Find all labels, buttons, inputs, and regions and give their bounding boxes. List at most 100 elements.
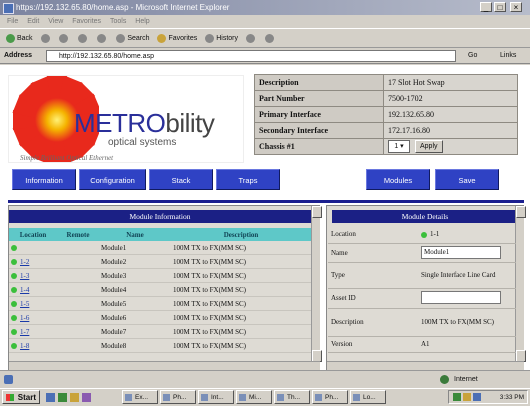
remote-cell xyxy=(57,310,99,325)
table-row[interactable]: 1-7 Module7 100M TX to FX(MM SC) xyxy=(9,324,311,339)
taskbar-item[interactable]: Ex... xyxy=(122,390,158,404)
taskbar-item[interactable]: Th... xyxy=(274,390,310,404)
table-row[interactable]: 1-2 Module2 100M TX to FX(MM SC) xyxy=(9,254,311,269)
system-tray: 3:33 PM xyxy=(448,390,528,404)
table-row[interactable]: 1-8 Module8 100M TX to FX(MM SC) xyxy=(9,338,311,353)
module-info-hscrollbar[interactable] xyxy=(9,361,320,370)
quick-launch-ie-icon[interactable] xyxy=(46,393,55,402)
module-name: Module3 xyxy=(99,268,171,283)
table-row[interactable]: 1-5 Module5 100M TX to FX(MM SC) xyxy=(9,296,311,311)
back-arrow-icon xyxy=(6,33,15,43)
location-link[interactable]: 1-8 xyxy=(20,342,29,350)
menu-favorites[interactable]: Favorites xyxy=(72,18,101,25)
history-button[interactable]: History xyxy=(205,29,238,48)
col-description: Description xyxy=(171,228,311,241)
status-dot-icon xyxy=(11,258,17,265)
table-row[interactable]: Module1 100M TX to FX(MM SC) xyxy=(9,241,311,255)
search-icon xyxy=(116,33,126,43)
taskbar-item[interactable]: Mi... xyxy=(236,390,272,404)
status-dot-icon xyxy=(11,314,17,321)
mail-button[interactable] xyxy=(245,29,257,48)
device-label: Part Number xyxy=(254,90,384,107)
quick-launch-app-icon[interactable] xyxy=(82,393,91,402)
asset-id-input[interactable] xyxy=(421,290,501,304)
forward-button[interactable] xyxy=(40,29,52,48)
module-description: 100M TX to FX(MM SC) xyxy=(171,282,311,297)
stack-button[interactable]: Stack xyxy=(149,169,213,190)
location-link[interactable]: 1-4 xyxy=(20,286,29,294)
status-dot-icon xyxy=(11,342,17,349)
location-link[interactable]: 1-6 xyxy=(20,314,29,322)
module-name: Module2 xyxy=(99,254,171,269)
favorites-button[interactable]: Favorites xyxy=(157,29,197,48)
stop-button[interactable] xyxy=(59,29,70,48)
tray-app-icon[interactable] xyxy=(473,393,481,401)
taskbar-item[interactable]: Int... xyxy=(198,390,234,404)
close-button[interactable]: × xyxy=(510,2,522,12)
quick-launch-outlook-icon[interactable] xyxy=(70,393,79,402)
module-name: Module7 xyxy=(99,324,171,339)
detail-row: Version A1 xyxy=(328,336,516,353)
back-button[interactable]: Back xyxy=(6,29,33,48)
menu-file[interactable]: File xyxy=(7,18,18,25)
minimize-button[interactable]: _ xyxy=(480,2,492,12)
menu-tools[interactable]: Tools xyxy=(110,18,126,25)
go-button[interactable]: Go xyxy=(468,48,477,63)
start-button[interactable]: Start xyxy=(2,390,40,404)
remote-cell xyxy=(57,241,99,255)
detail-row: Type Single Interface Line Card xyxy=(328,262,516,289)
remote-cell xyxy=(57,282,99,297)
col-name: Name xyxy=(99,228,171,241)
traps-button[interactable]: Traps xyxy=(216,169,280,190)
col-location: Location xyxy=(9,228,57,241)
quick-launch xyxy=(46,392,106,402)
menu-help[interactable]: Help xyxy=(135,18,149,25)
table-row[interactable]: 1-6 Module6 100M TX to FX(MM SC) xyxy=(9,310,311,325)
detail-row: Name Module1 xyxy=(328,243,516,263)
location-link[interactable]: 1-2 xyxy=(20,258,29,266)
location-link[interactable]: 1-7 xyxy=(20,328,29,336)
module-description: 100M TX to FX(MM SC) xyxy=(171,296,311,311)
taskbar-item[interactable]: Ph... xyxy=(312,390,348,404)
brand-subtitle: optical systems xyxy=(108,137,177,148)
tray-network-icon[interactable] xyxy=(453,393,461,401)
location-link[interactable]: 1-5 xyxy=(20,300,29,308)
tray-volume-icon[interactable] xyxy=(463,393,471,401)
module-name-input[interactable]: Module1 xyxy=(421,246,501,259)
device-label: Description xyxy=(254,74,384,91)
configuration-button[interactable]: Configuration xyxy=(79,169,146,190)
detail-row: Location 1-1 xyxy=(328,226,516,244)
print-button[interactable] xyxy=(264,29,276,48)
forward-arrow-icon xyxy=(40,33,50,43)
scroll-up-arrow-icon[interactable] xyxy=(516,206,526,218)
information-button[interactable]: Information xyxy=(12,169,76,190)
menu-view[interactable]: View xyxy=(48,18,63,25)
menu-edit[interactable]: Edit xyxy=(27,18,39,25)
save-button[interactable]: Save xyxy=(435,169,499,190)
module-description: 100M TX to FX(MM SC) xyxy=(171,310,311,325)
quick-launch-desktop-icon[interactable] xyxy=(58,393,67,402)
home-button[interactable] xyxy=(97,29,108,48)
modules-button[interactable]: Modules xyxy=(366,169,430,190)
module-info-scrollbar[interactable] xyxy=(311,206,322,362)
search-button[interactable]: Search xyxy=(116,29,150,48)
taskbar-item[interactable]: Lo... xyxy=(350,390,386,404)
location-link[interactable]: 1-3 xyxy=(20,272,29,280)
module-details-title: Module Details xyxy=(332,210,518,223)
address-input[interactable]: http://192.132.65.80/home.asp xyxy=(46,50,456,62)
device-info-table: Description 17 Slot Hot Swap Part Number 7… xyxy=(254,74,518,155)
module-details-hscrollbar[interactable] xyxy=(327,361,524,370)
taskbar-item[interactable]: Ph... xyxy=(160,390,196,404)
apply-button[interactable]: Apply xyxy=(415,140,443,153)
module-details-scrollbar[interactable] xyxy=(515,206,526,362)
detail-name-label: Name xyxy=(328,243,418,263)
chassis-label: Chassis #1 xyxy=(254,138,384,155)
links-button[interactable]: Links xyxy=(500,48,516,63)
refresh-button[interactable] xyxy=(78,29,89,48)
scroll-up-arrow-icon[interactable] xyxy=(312,206,322,218)
chassis-select[interactable]: 1 ▾ xyxy=(388,140,410,153)
table-row[interactable]: 1-4 Module4 100M TX to FX(MM SC) xyxy=(9,282,311,297)
table-row[interactable]: 1-3 Module3 100M TX to FX(MM SC) xyxy=(9,268,311,283)
maximize-button[interactable]: □ xyxy=(494,2,506,12)
module-name: Module6 xyxy=(99,310,171,325)
